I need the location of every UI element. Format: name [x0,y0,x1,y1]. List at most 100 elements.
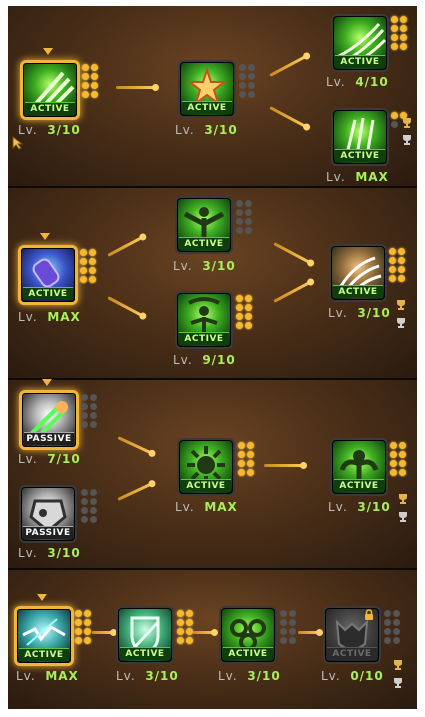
skill-link [116,84,159,91]
skill-point-filled [80,276,87,283]
skill-point-filled [91,73,98,80]
skill-level: Lv. 3/10 [18,546,81,560]
skill-tree: ACTIVE Lv. 3/10 ACTIVE Lv. 3/10 ACTIVE L… [8,6,417,709]
skill-point-filled [186,637,193,644]
skill-point-empty [90,403,97,410]
skill-point-empty [81,394,88,401]
skill-points [389,248,405,282]
skill-point-filled [84,610,91,617]
skill-point-filled [398,275,405,282]
skill-level: Lv. 9/10 [173,353,236,367]
skill-point-filled [247,451,254,458]
skill-point-filled [389,275,396,282]
skill-point-empty [289,637,296,644]
armor-passive-skill-icon[interactable]: PASSIVE [19,485,77,543]
skill-point-filled [82,73,89,80]
lightning-claw-skill-icon[interactable]: ACTIVE [14,606,74,666]
skill-point-empty [280,619,287,626]
skill-point-filled [247,442,254,449]
slash-passive-skill-icon[interactable]: PASSIVE [19,390,79,450]
skill-level: Lv. 3/10 [173,259,236,273]
skill-point-empty [245,200,252,207]
skill-level: Lv. 3/10 [328,306,391,320]
skill-point-filled [399,451,406,458]
skill-points [280,610,296,644]
skill-point-empty [90,412,97,419]
skill-point-empty [289,610,296,617]
chain-skill-icon[interactable]: ACTIVE [219,606,277,664]
skill-point-filled [238,460,245,467]
lock-icon [365,609,373,620]
selected-arrow-icon [43,48,53,55]
skill-point-empty [393,637,400,644]
skill-point-filled [89,258,96,265]
skill-point-empty [90,489,97,496]
skill-point-empty [81,507,88,514]
skill-point-empty [236,227,243,234]
skill-point-filled [177,610,184,617]
skill-state-badge: ACTIVE [181,479,231,492]
skill-point-empty [384,610,391,617]
skill-points [75,610,91,644]
skill-state-badge: ACTIVE [179,332,229,345]
power-figure-skill-icon[interactable]: ACTIVE [330,438,388,496]
claw-strike-skill-icon[interactable]: ACTIVE [329,244,387,302]
skill-point-filled [82,91,89,98]
skill-point-empty [245,218,252,225]
skill-point-filled [391,34,398,41]
skill-point-filled [399,460,406,467]
trophy-icon [396,296,406,310]
cursor-icon [12,136,24,150]
skill-point-filled [91,82,98,89]
skill-link [298,629,323,636]
trophy-icon [398,490,408,504]
skill-state-badge: ACTIVE [120,647,170,660]
skill-point-filled [391,43,398,50]
skill-point-filled [245,304,252,311]
skill-level: Lv. 0/10 [321,669,384,683]
claw-slash-skill-icon[interactable]: ACTIVE [20,60,80,120]
triple-slash-skill-icon[interactable]: ACTIVE [331,14,389,72]
skill-state-badge: PASSIVE [24,432,74,445]
skill-point-empty [248,91,255,98]
skill-point-filled [398,257,405,264]
selected-arrow-icon [42,379,52,386]
skill-state-badge: ACTIVE [335,149,385,162]
rising-figure-skill-icon[interactable]: ACTIVE [175,291,233,349]
gauntlet-skill-icon[interactable]: ACTIVE [18,245,78,305]
skill-point-filled [400,25,407,32]
skill-point-empty [81,498,88,505]
trophy-icon [398,508,408,522]
skill-point-filled [177,637,184,644]
skill-point-empty [280,628,287,635]
skill-point-empty [90,394,97,401]
skill-point-empty [248,82,255,89]
skill-point-empty [289,628,296,635]
skill-points [236,200,252,234]
wing-figure-skill-icon[interactable]: ACTIVE [175,196,233,254]
skill-point-filled [400,34,407,41]
skill-level: Lv. 3/10 [116,669,179,683]
skill-point-filled [89,267,96,274]
skill-point-empty [239,64,246,71]
green-claw-skill-icon[interactable]: ACTIVE [331,108,389,166]
skill-state-badge: ACTIVE [182,101,232,114]
skill-points [238,442,254,476]
skill-point-filled [80,258,87,265]
skill-state-badge: ACTIVE [25,102,75,115]
skill-point-filled [82,82,89,89]
shield-sword-skill-icon[interactable]: ACTIVE [116,606,174,664]
star-shield-skill-icon[interactable]: ACTIVE [178,60,236,118]
skill-point-empty [81,421,88,428]
skill-point-filled [236,304,243,311]
skill-state-badge: ACTIVE [335,55,385,68]
skill-point-empty [236,209,243,216]
skill-point-empty [384,628,391,635]
skill-link [193,629,218,636]
burst-skill-icon[interactable]: ACTIVE [177,438,235,496]
skill-state-badge: ACTIVE [334,479,384,492]
skill-level: Lv. 3/10 [175,123,238,137]
skill-state-badge: ACTIVE [333,285,383,298]
skill-point-filled [389,266,396,273]
skill-point-filled [91,64,98,71]
